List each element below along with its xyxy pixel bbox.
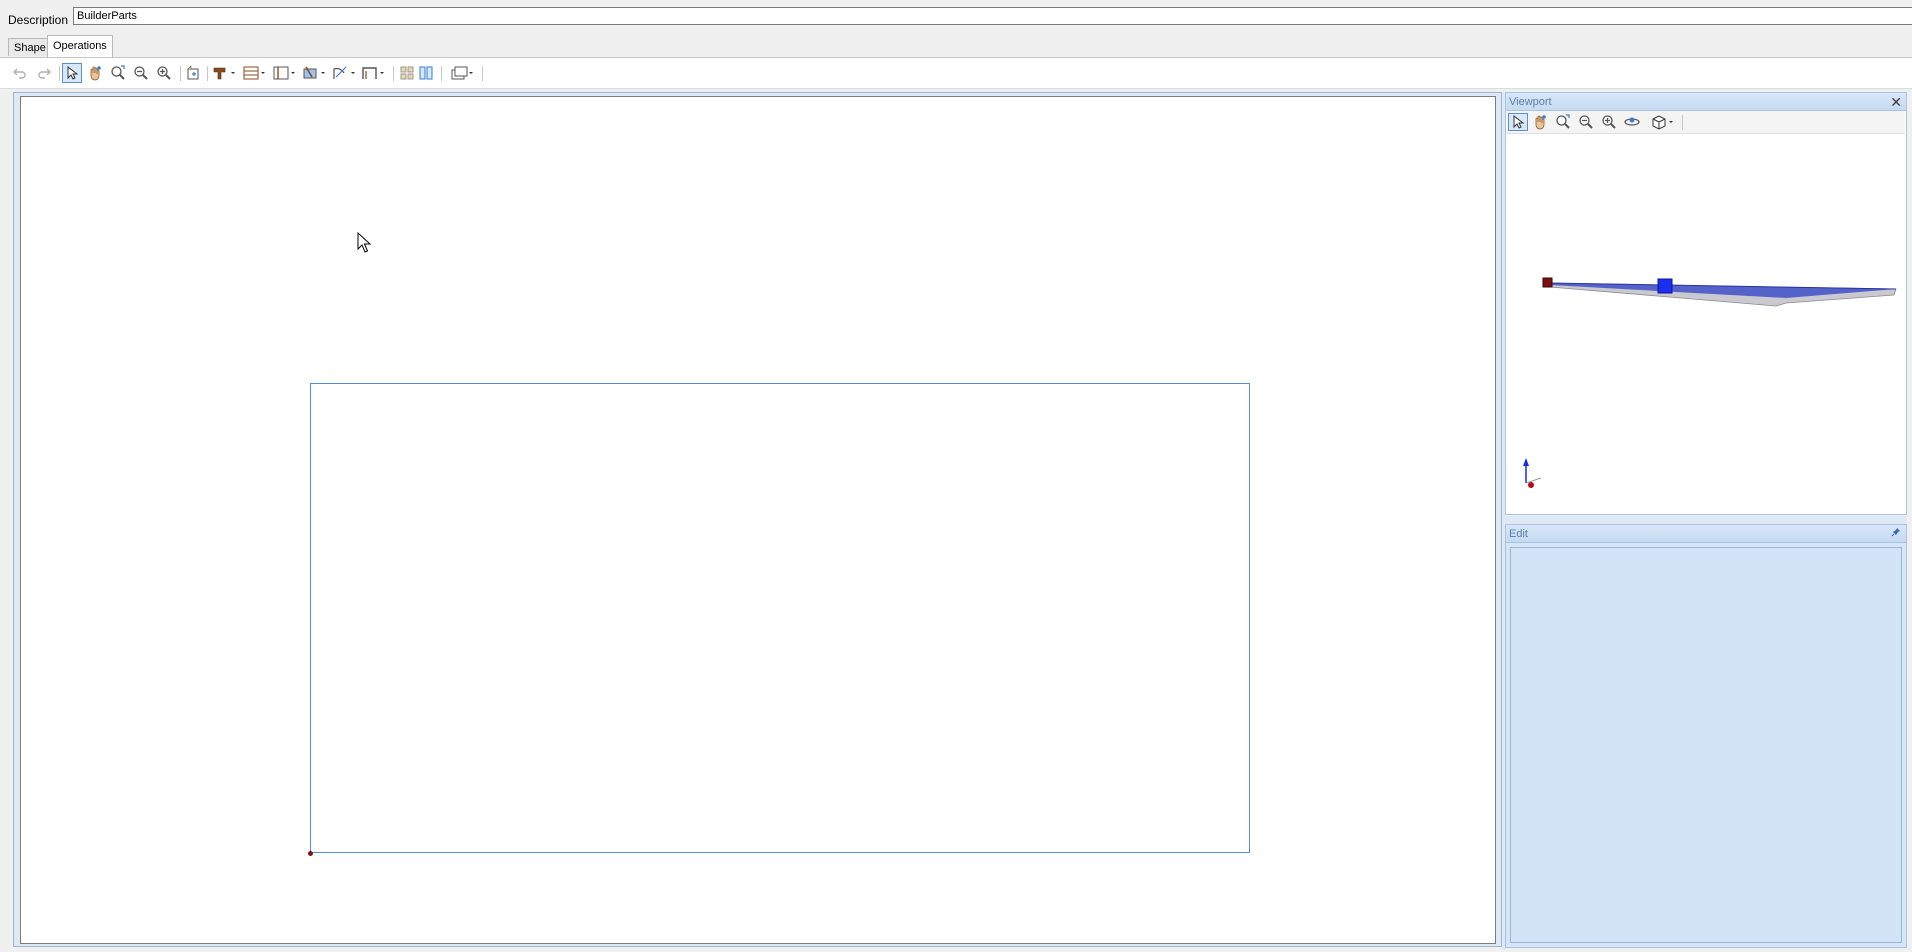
drill-tool-icon[interactable]	[211, 63, 239, 83]
zoom-fit-icon[interactable]	[108, 63, 128, 83]
viewport-toolbar	[1507, 111, 1905, 134]
zoom-out-icon[interactable]	[1576, 113, 1596, 131]
design-canvas[interactable]	[20, 96, 1496, 944]
orbit-icon[interactable]	[1622, 113, 1642, 131]
cut-tool-icon[interactable]	[301, 63, 329, 83]
zoom-out-icon[interactable]	[131, 63, 151, 83]
edit-panel-header: Edit	[1505, 524, 1907, 543]
pan-hand-icon[interactable]	[1530, 113, 1550, 131]
panel-layout-icon[interactable]	[241, 63, 269, 83]
zoom-in-icon[interactable]	[1599, 113, 1619, 131]
horizontal-splitter[interactable]	[1505, 516, 1907, 524]
mouse-cursor-icon	[357, 232, 371, 253]
edit-content-area[interactable]	[1510, 547, 1902, 943]
viewport-panel	[1505, 111, 1907, 515]
zoom-in-icon[interactable]	[154, 63, 174, 83]
grid-icon[interactable]	[397, 63, 417, 83]
operations-toolbar	[0, 58, 1912, 89]
right-panels: Viewport ✕ Edit	[1505, 92, 1907, 950]
3d-preview[interactable]	[1506, 133, 1906, 513]
description-input[interactable]	[73, 7, 1912, 25]
tab-shape[interactable]: Shape	[8, 38, 52, 56]
curve-tool-icon[interactable]	[331, 63, 359, 83]
undo-icon[interactable]	[10, 63, 30, 83]
select-arrow-icon[interactable]	[1508, 113, 1528, 131]
edit-title: Edit	[1509, 528, 1528, 540]
redo-icon[interactable]	[34, 63, 54, 83]
view-cube-icon[interactable]	[1649, 113, 1679, 131]
pin-icon[interactable]	[1891, 525, 1901, 544]
close-icon[interactable]: ✕	[1890, 93, 1902, 111]
axis-triad	[1523, 458, 1542, 488]
description-label: Description	[8, 13, 69, 27]
shape-outline[interactable]	[310, 383, 1250, 853]
arch-icon[interactable]	[360, 63, 388, 83]
select-arrow-icon[interactable]	[62, 63, 82, 83]
frame-icon[interactable]	[271, 63, 299, 83]
add-shape-icon[interactable]	[183, 63, 203, 83]
pan-hand-icon[interactable]	[85, 63, 105, 83]
description-row: Description	[0, 0, 1912, 34]
split-view-icon[interactable]	[416, 63, 436, 83]
tab-bar: Shape Operations	[0, 34, 1912, 58]
viewport-panel-header: Viewport ✕	[1505, 92, 1907, 111]
tab-operations[interactable]: Operations	[47, 35, 113, 57]
zoom-fit-icon[interactable]	[1553, 113, 1573, 131]
viewport-title: Viewport	[1509, 96, 1552, 108]
view-display-icon[interactable]	[449, 63, 477, 83]
edit-panel	[1505, 543, 1907, 948]
origin-point[interactable]	[308, 851, 313, 856]
